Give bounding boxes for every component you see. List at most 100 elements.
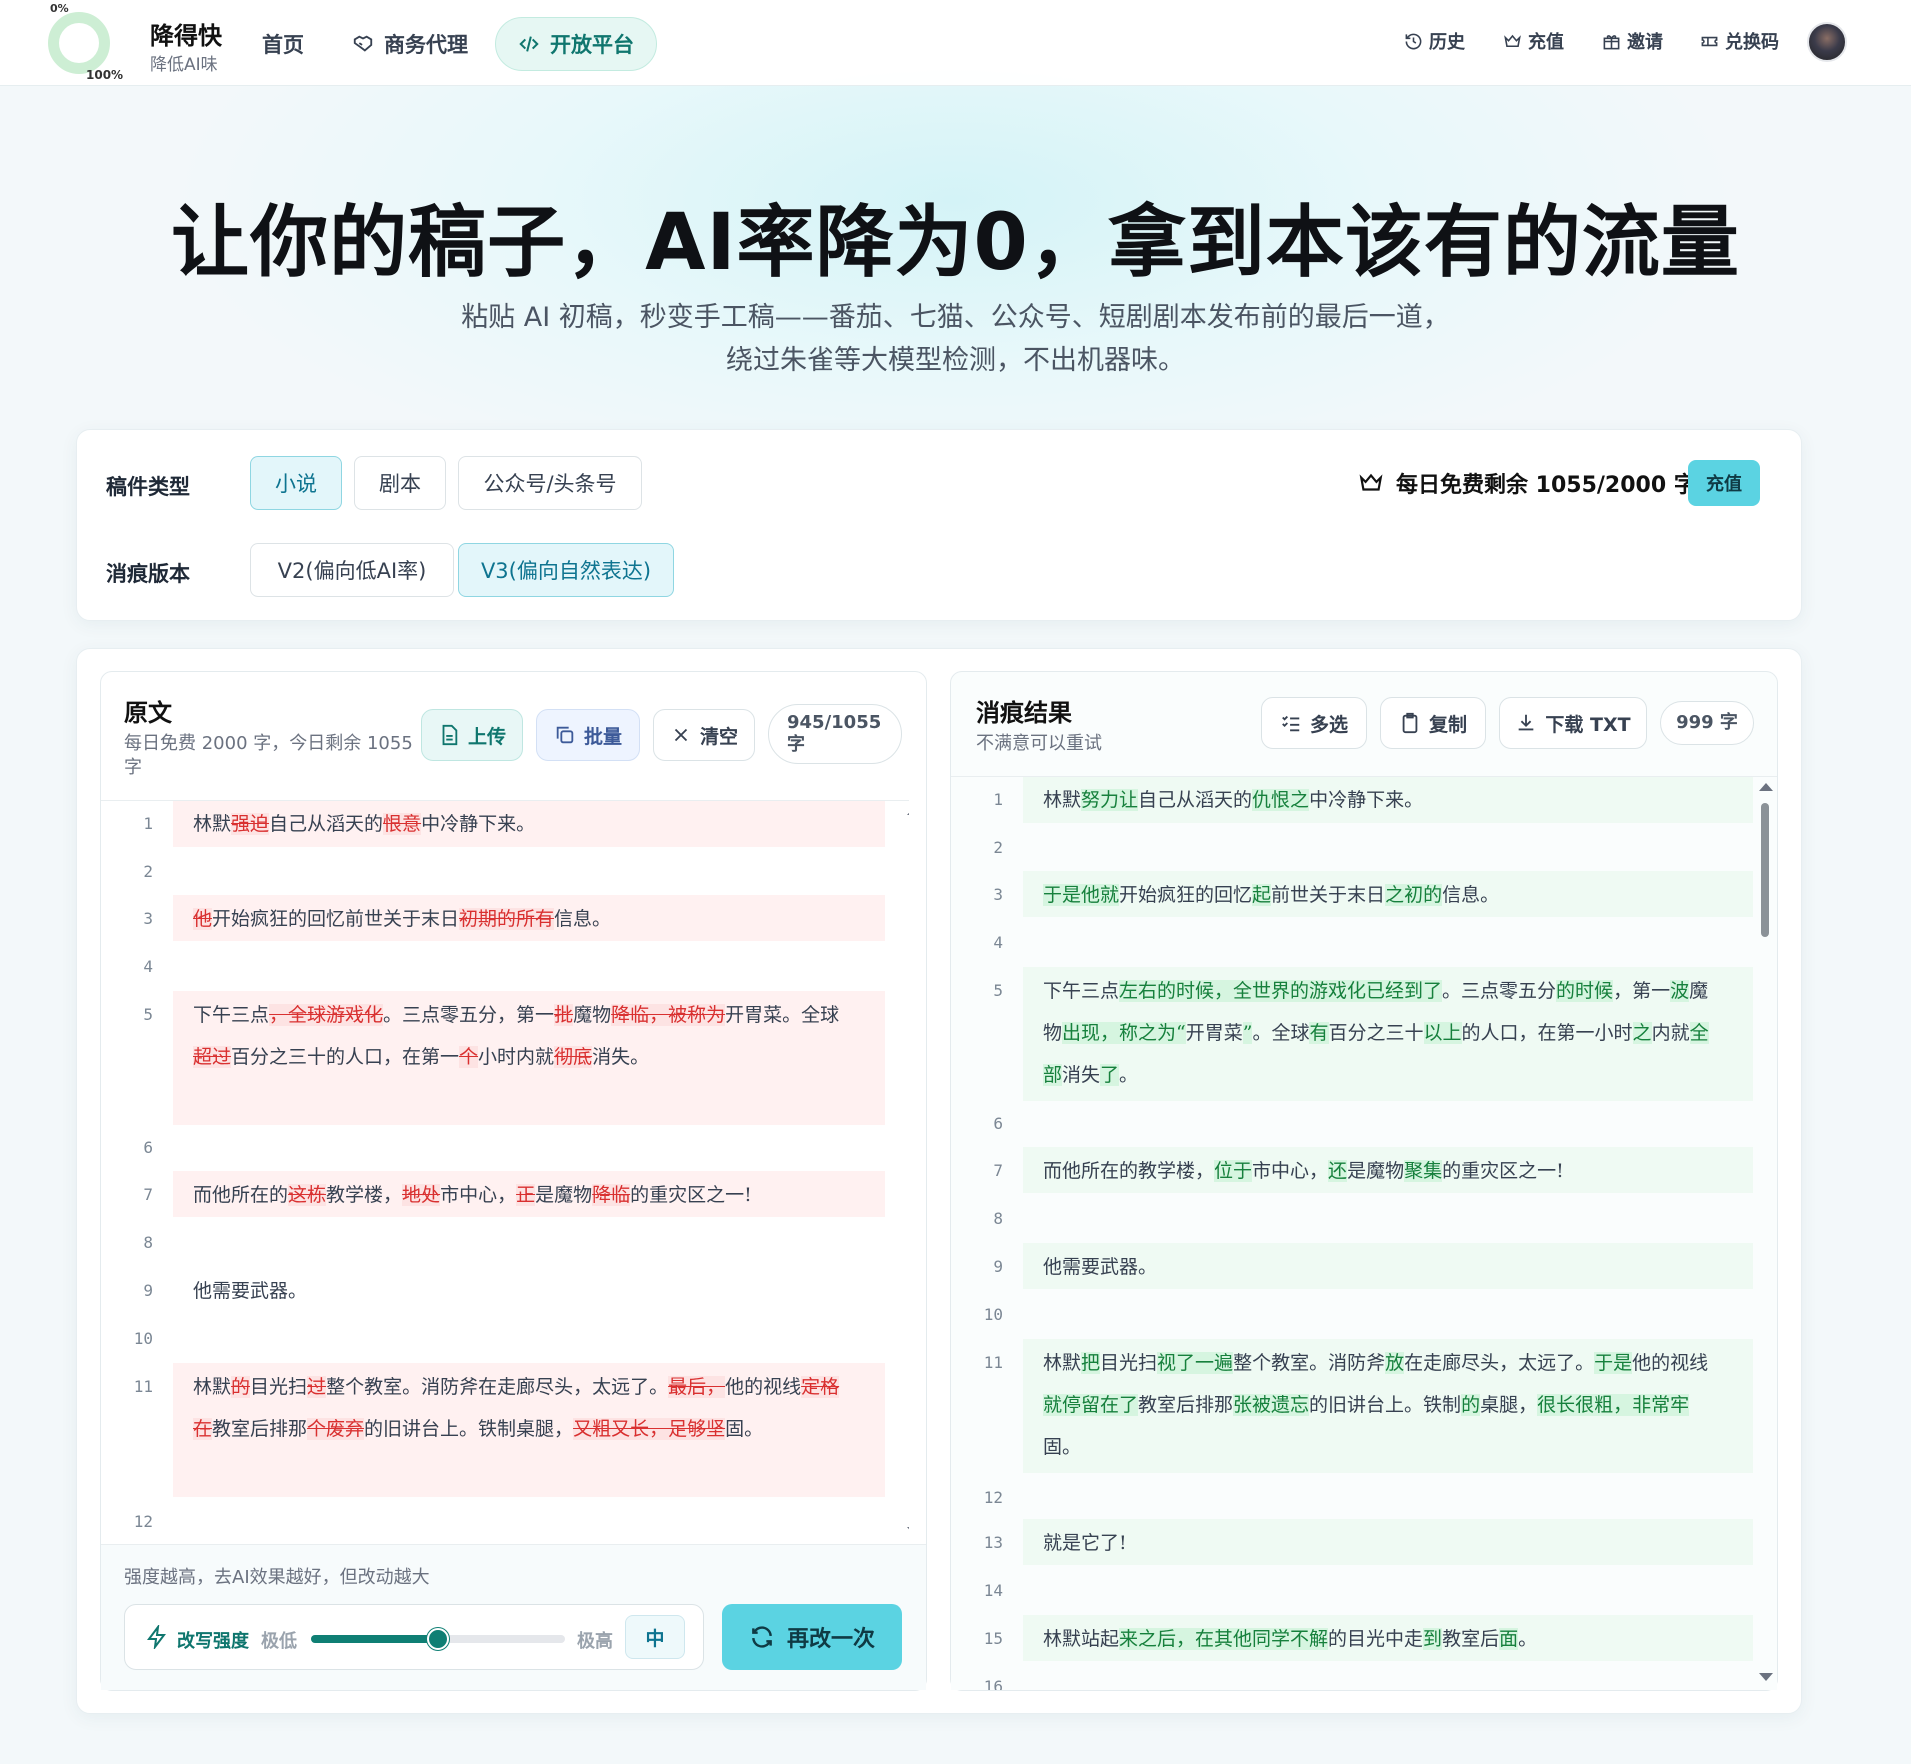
crown-icon (1504, 34, 1521, 47)
strength-max-label: 极高 (577, 1631, 613, 1652)
result-line: 7 而他所在的教学楼，位于市中心，还是魔物聚集的重灾区之一! (993, 1160, 1564, 1182)
daily-quota: 每日免费剩余 1055/2000 字 (1358, 467, 1696, 499)
type-chip-wechat[interactable]: 公众号/头条号 (458, 456, 642, 510)
copy-label: 复制 (1428, 713, 1467, 736)
source-line: 9 他需要武器。 (143, 1280, 308, 1302)
nav-invite-label: 邀请 (1627, 32, 1663, 53)
nav-redeem-label: 兑换码 (1725, 32, 1779, 53)
multi-select-button[interactable]: 多选 (1261, 697, 1367, 749)
brand-name[interactable]: 降得快 (150, 16, 222, 51)
brand-tagline: 降低AI味 (150, 55, 218, 75)
result-line: 15 林默站起来之后，在其他同学不解的目光中走到教室后面。 (983, 1628, 1538, 1650)
hero-subtitle-line-2: 绕过朱雀等大模型检测，不出机器味。 (726, 345, 1185, 376)
strength-slider[interactable] (311, 1628, 565, 1650)
strength-label: 改写强度 (177, 1631, 249, 1652)
top-header: 0% 100% 降得快 降低AI味 首页 商务代理 开放平台 历史 充值 邀请 … (0, 0, 1911, 86)
download-txt-button[interactable]: 下载 TXT (1499, 697, 1647, 749)
result-line: 12 (983, 1488, 1003, 1507)
nav-home[interactable]: 首页 (240, 17, 326, 71)
result-scrollbar[interactable] (1757, 783, 1775, 1683)
close-icon (674, 728, 688, 742)
refresh-icon (752, 1626, 772, 1648)
ai-rate-gauge (48, 12, 110, 74)
source-line: 10 (133, 1329, 153, 1348)
nav-history[interactable]: 历史 (1404, 28, 1465, 54)
source-subtitle: 每日免费 2000 字，今日剩余 1055 字 (124, 733, 413, 778)
hero-subtitle-line-1: 粘贴 AI 初稿，秒变手工稿——番茄、七猫、公众号、短剧剧本发布前的最后一道， (461, 302, 1450, 333)
scroll-thumb[interactable] (1761, 803, 1769, 937)
nav-recharge-label: 充值 (1528, 32, 1564, 53)
scroll-down-arrow-icon[interactable] (907, 1527, 909, 1535)
clear-label: 清空 (699, 725, 738, 748)
source-line: 2 (143, 862, 153, 881)
result-line: 9 他需要武器。 (993, 1256, 1158, 1278)
result-title: 消痕结果 (976, 699, 1072, 727)
gauge-max-label: 100% (86, 68, 124, 82)
user-avatar[interactable] (1807, 22, 1847, 62)
strength-fill (311, 1635, 438, 1643)
copy-button[interactable]: 复制 (1380, 697, 1486, 749)
clear-button[interactable]: 清空 (653, 709, 755, 761)
retry-button[interactable]: 再改一次 (722, 1604, 902, 1670)
version-chip-v3[interactable]: V3(偏向自然表达) (458, 543, 674, 597)
result-line: 6 (993, 1114, 1003, 1133)
result-line: 10 (983, 1305, 1003, 1324)
source-line: 11 林默的目光扫过整个教室。消防斧在走廊尽头，太远了。最后，他的视线定格在教室后… (133, 1376, 840, 1440)
strength-min-label: 极低 (261, 1631, 297, 1652)
nav-open-platform-label: 开放平台 (550, 33, 634, 57)
strength-knob[interactable] (427, 1628, 449, 1650)
recharge-button[interactable]: 充值 (1688, 460, 1760, 506)
scroll-down-arrow-icon[interactable] (1759, 1673, 1773, 1681)
history-icon (1405, 33, 1422, 49)
handshake-icon (353, 35, 373, 52)
result-char-count: 999 字 (1660, 701, 1754, 745)
nav-recharge[interactable]: 充值 (1503, 28, 1564, 54)
batch-label: 批量 (583, 725, 622, 748)
version-chip-v2[interactable]: V2(偏向低AI率) (250, 543, 454, 597)
result-line: 13 就是它了! (983, 1532, 1127, 1554)
strength-hint: 强度越高，去AI效果越好，但改动越大 (124, 1567, 430, 1588)
download-label: 下载 TXT (1545, 713, 1631, 736)
scroll-up-arrow-icon[interactable] (907, 807, 909, 815)
result-line: 4 (993, 933, 1003, 952)
lightning-icon (147, 1625, 166, 1649)
gift-icon (1603, 34, 1620, 49)
source-editor[interactable]: 1 林默强迫自己从滔天的恨意中冷静下来。 2 3 他开始疯狂的回忆前世关于末日初期的… (101, 800, 909, 1544)
type-chip-novel[interactable]: 小说 (250, 456, 342, 510)
scroll-up-arrow-icon[interactable] (1759, 783, 1773, 791)
source-line: 4 (143, 957, 153, 976)
nav-redeem[interactable]: 兑换码 (1700, 28, 1779, 54)
source-line: 1 林默强迫自己从滔天的恨意中冷静下来。 (143, 813, 536, 835)
result-editor[interactable]: 1 林默努力让自己从滔天的仇恨之中冷静下来。 2 3 于是他就开始疯狂的回忆起前世关… (951, 776, 1777, 1690)
nav-agency-label: 商务代理 (384, 33, 468, 57)
result-line: 11 林默把目光扫视了一遍整个教室。消防斧放在走廊尽头，太远了。于是他的视线就停留… (983, 1352, 1709, 1458)
copy-stack-icon (556, 726, 574, 744)
nav-open-platform[interactable]: 开放平台 (495, 17, 657, 71)
type-chip-script[interactable]: 剧本 (354, 456, 446, 510)
source-line: 3 他开始疯狂的回忆前世关于末日初期的所有信息。 (143, 908, 612, 930)
source-line: 12 (133, 1512, 153, 1531)
result-line: 14 (983, 1581, 1003, 1600)
code-icon (519, 36, 539, 52)
batch-button[interactable]: 批量 (536, 709, 640, 761)
result-line: 2 (993, 838, 1003, 857)
file-icon (442, 724, 458, 746)
source-char-count: 945/1055 字 (768, 704, 902, 764)
hero-title: 让你的稿子，AI率降为0，拿到本该有的流量 (171, 198, 1740, 288)
nav-agency[interactable]: 商务代理 (330, 17, 490, 71)
source-scrollbar[interactable] (905, 807, 909, 1537)
result-line: 16 (983, 1677, 1003, 1690)
version-label: 消痕版本 (106, 562, 190, 586)
retry-label: 再改一次 (786, 1627, 875, 1652)
daily-quota-text: 每日免费剩余 1055/2000 字 (1396, 473, 1696, 498)
nav-history-label: 历史 (1429, 32, 1465, 53)
source-line: 6 (143, 1138, 153, 1157)
source-title: 原文 (124, 699, 172, 727)
result-line: 5 下午三点左右的时候，全世界的游戏化已经到了。三点零五分的时候，第一波魔物出现，… (993, 980, 1709, 1086)
strength-control: 改写强度 极低 极高 中 (124, 1604, 704, 1670)
source-line: 5 下午三点，全球游戏化。三点零五分，第一批魔物降临，被称为开胃菜。全球超过百分之… (143, 1004, 840, 1068)
checklist-icon (1282, 715, 1300, 732)
upload-button[interactable]: 上传 (421, 709, 523, 761)
nav-invite[interactable]: 邀请 (1602, 28, 1663, 54)
source-line: 7 而他所在的这栋教学楼，地处市中心，正是魔物降临的重灾区之一! (143, 1184, 752, 1206)
